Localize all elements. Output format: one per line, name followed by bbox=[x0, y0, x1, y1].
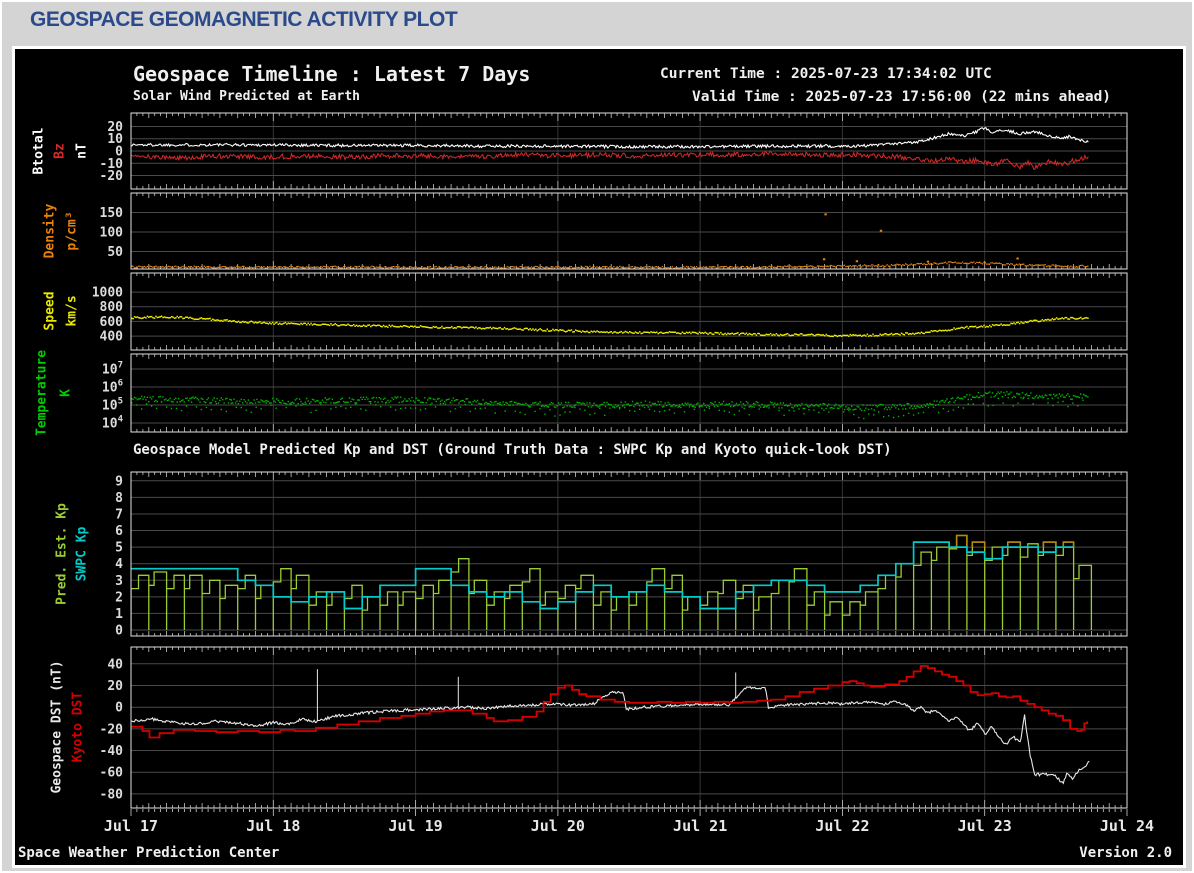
y-axis-title-kp-0: Pred. Est. Kp bbox=[55, 503, 70, 605]
y-axis-title-dst-0: Geospace DST (nT) bbox=[50, 660, 65, 793]
y-tick-label-dst: -40 bbox=[100, 744, 124, 759]
y-tick-label-speed: 400 bbox=[100, 330, 124, 345]
y-tick-label-dst: 20 bbox=[107, 679, 123, 694]
y-tick-label-density: 50 bbox=[107, 245, 123, 260]
kp-dst-section-title: Geospace Model Predicted Kp and DST (Gro… bbox=[133, 442, 892, 458]
y-axis-title-density-1: p/cm³ bbox=[65, 211, 80, 250]
y-axis-title-density-0: Density bbox=[43, 204, 58, 259]
y-tick-label-kp: 2 bbox=[115, 590, 123, 605]
geospace-plot-svg: 20100-10-2015010050100080060040010710610… bbox=[2, 2, 1194, 873]
x-axis-label: Jul 17 bbox=[104, 817, 158, 835]
y-tick-label-dst: -80 bbox=[100, 787, 124, 802]
x-axis-label: Jul 20 bbox=[531, 817, 585, 835]
y-tick-label-kp: 8 bbox=[115, 491, 123, 506]
y-tick-label-kp: 9 bbox=[115, 474, 123, 489]
y-tick-label-temp: 106 bbox=[102, 379, 123, 396]
y-tick-label-kp: 1 bbox=[115, 607, 123, 622]
y-axis-title-kp-1: SWPC Kp bbox=[75, 527, 90, 582]
y-tick-label-speed: 600 bbox=[100, 315, 124, 330]
y-axis-title-temp-1: K bbox=[59, 389, 74, 397]
y-tick-label-kp: 3 bbox=[115, 574, 123, 589]
y-tick-label-dst: -20 bbox=[100, 722, 124, 737]
current-time-text: Current Time : 2025-07-23 17:34:02 UTC bbox=[660, 66, 992, 82]
geospace-activity-page: GEOSPACE GEOMAGNETIC ACTIVITY PLOT 20100… bbox=[0, 0, 1194, 873]
y-axis-title-bfield-2: nT bbox=[75, 143, 90, 159]
y-tick-label-kp: 6 bbox=[115, 524, 123, 539]
y-tick-label-temp: 104 bbox=[102, 415, 124, 432]
y-tick-label-kp: 7 bbox=[115, 508, 123, 523]
y-tick-label-density: 100 bbox=[100, 226, 124, 241]
y-tick-label-dst: -60 bbox=[100, 766, 124, 781]
y-tick-label-bfield: -20 bbox=[100, 169, 124, 184]
y-tick-label-temp: 107 bbox=[102, 361, 123, 378]
y-axis-title-speed-0: Speed bbox=[43, 291, 58, 330]
x-axis-label: Jul 18 bbox=[246, 817, 300, 835]
footer-version-text: Version 2.0 bbox=[1079, 845, 1172, 861]
y-axis-title-speed-1: km/s bbox=[65, 295, 80, 326]
y-tick-label-speed: 800 bbox=[100, 300, 124, 315]
y-axis-title-bfield-1: Bz bbox=[53, 143, 68, 159]
plot-main-title: Geospace Timeline : Latest 7 Days bbox=[133, 62, 530, 86]
x-axis-label: Jul 21 bbox=[673, 817, 727, 835]
y-tick-label-speed: 1000 bbox=[92, 286, 123, 301]
x-axis-label: Jul 19 bbox=[388, 817, 442, 835]
y-tick-label-dst: 40 bbox=[107, 657, 123, 672]
y-tick-label-kp: 5 bbox=[115, 541, 123, 556]
y-axis-title-temp-0: Temperature bbox=[35, 350, 50, 436]
x-axis-label: Jul 22 bbox=[815, 817, 869, 835]
y-tick-label-temp: 105 bbox=[102, 397, 123, 414]
solar-wind-subtitle: Solar Wind Predicted at Earth bbox=[133, 89, 360, 104]
x-axis-label: Jul 23 bbox=[958, 817, 1012, 835]
x-axis-label: Jul 24 bbox=[1100, 817, 1154, 835]
footer-source-text: Space Weather Prediction Center bbox=[18, 845, 279, 861]
y-axis-title-bfield-0: Btotal bbox=[32, 128, 47, 175]
y-tick-label-kp: 4 bbox=[115, 557, 123, 572]
y-axis-title-dst-1: Kyoto DST bbox=[71, 692, 86, 762]
valid-time-text: Valid Time : 2025-07-23 17:56:00 (22 min… bbox=[692, 89, 1111, 105]
y-tick-label-density: 150 bbox=[100, 206, 124, 221]
y-tick-label-dst: 0 bbox=[115, 701, 123, 716]
y-tick-label-kp: 0 bbox=[115, 624, 123, 639]
